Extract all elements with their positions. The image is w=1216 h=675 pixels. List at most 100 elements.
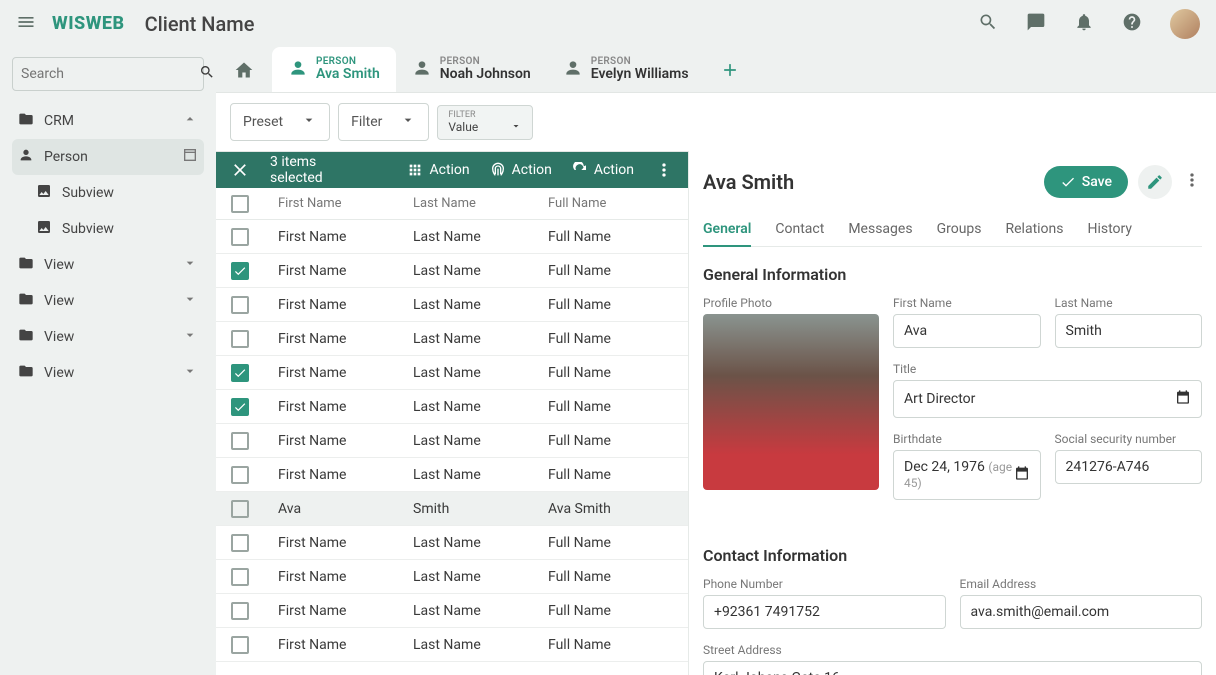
detail-tab-relations[interactable]: Relations	[1006, 213, 1064, 246]
table-row[interactable]: First NameLast NameFull Name	[216, 424, 688, 458]
table-row[interactable]: First NameLast NameFull Name	[216, 594, 688, 628]
cell-first-name: First Name	[264, 569, 399, 585]
table-row[interactable]: First NameLast NameFull Name	[216, 220, 688, 254]
more-actions[interactable]	[654, 160, 674, 180]
search-input[interactable]	[21, 66, 199, 82]
row-checkbox[interactable]	[231, 466, 249, 484]
cell-full-name: Full Name	[534, 637, 684, 653]
detail-tabs: General Contact Messages Groups Relations His…	[703, 213, 1202, 247]
home-tab[interactable]	[216, 47, 272, 92]
row-checkbox[interactable]	[231, 500, 249, 518]
cell-last-name: Last Name	[399, 297, 534, 313]
first-name-field[interactable]: Ava	[893, 314, 1041, 348]
row-checkbox[interactable]	[231, 364, 249, 382]
action-2[interactable]: Action	[490, 162, 552, 178]
table-row[interactable]: First NameLast NameFull Name	[216, 356, 688, 390]
detail-tab-messages[interactable]: Messages	[848, 213, 912, 246]
row-checkbox[interactable]	[231, 296, 249, 314]
row-checkbox[interactable]	[231, 330, 249, 348]
sidebar-item-view[interactable]: View	[12, 283, 204, 319]
row-checkbox[interactable]	[231, 262, 249, 280]
email-label: Email Address	[960, 577, 1203, 591]
filter-value[interactable]: FILTER Value	[437, 105, 533, 140]
header-full-name[interactable]: Full Name	[534, 196, 684, 211]
action-3[interactable]: Action	[572, 162, 634, 178]
table: 3 items selected Action Action Action Fi…	[216, 151, 688, 675]
table-row[interactable]: First NameLast NameFull Name	[216, 526, 688, 560]
sidebar-item-subview[interactable]: Subview	[12, 175, 204, 211]
action-1[interactable]: Action	[407, 162, 469, 178]
row-checkbox[interactable]	[231, 228, 249, 246]
cell-last-name: Last Name	[399, 331, 534, 347]
birthdate-field[interactable]: Dec 24, 1976 (age 45)	[893, 450, 1041, 500]
calendar-icon	[1175, 389, 1191, 409]
tab-noah-johnson[interactable]: PERSONNoah Johnson	[396, 47, 547, 92]
last-name-field[interactable]: Smith	[1055, 314, 1203, 348]
calendar-icon	[1014, 465, 1030, 485]
tab-ava-smith[interactable]: PERSONAva Smith	[272, 47, 396, 92]
row-checkbox[interactable]	[231, 398, 249, 416]
table-row[interactable]: First NameLast NameFull Name	[216, 254, 688, 288]
detail-tab-history[interactable]: History	[1088, 213, 1133, 246]
table-row[interactable]: First NameLast NameFull Name	[216, 628, 688, 662]
sidebar-item-person[interactable]: Person	[12, 139, 204, 175]
sidebar-item-view[interactable]: View	[12, 355, 204, 391]
preset-label: Preset	[243, 114, 283, 130]
header-first-name[interactable]: First Name	[264, 196, 399, 211]
row-checkbox[interactable]	[231, 636, 249, 654]
chevron-down-icon	[182, 363, 198, 383]
row-checkbox[interactable]	[231, 602, 249, 620]
table-row[interactable]: First NameLast NameFull Name	[216, 390, 688, 424]
sidebar-item-subview[interactable]: Subview	[12, 211, 204, 247]
table-row[interactable]: First NameLast NameFull Name	[216, 458, 688, 492]
chat-icon[interactable]	[1026, 12, 1046, 36]
profile-photo[interactable]	[703, 314, 879, 490]
filter-select[interactable]: Filter	[338, 103, 429, 141]
image-icon	[36, 219, 52, 239]
sidebar-item-view[interactable]: View	[12, 319, 204, 355]
clear-selection[interactable]	[230, 160, 250, 180]
edit-button[interactable]	[1138, 165, 1172, 199]
bell-icon[interactable]	[1074, 12, 1094, 36]
cell-full-name: Full Name	[534, 229, 684, 245]
detail-tab-contact[interactable]: Contact	[775, 213, 824, 246]
search-icon[interactable]	[199, 64, 215, 84]
preset-select[interactable]: Preset	[230, 103, 330, 141]
table-row[interactable]: AvaSmithAva Smith	[216, 492, 688, 526]
detail-more[interactable]	[1182, 170, 1202, 194]
title-field[interactable]: Art Director	[893, 380, 1202, 418]
folder-icon	[18, 327, 34, 347]
email-field[interactable]: ava.smith@email.com	[960, 595, 1203, 629]
row-checkbox[interactable]	[231, 568, 249, 586]
detail-tab-general[interactable]: General	[703, 213, 751, 247]
sidebar-search[interactable]	[12, 57, 204, 91]
user-avatar[interactable]	[1170, 9, 1200, 39]
table-header: First Name Last Name Full Name	[216, 188, 688, 220]
table-row[interactable]: First NameLast NameFull Name	[216, 288, 688, 322]
add-tab-button[interactable]	[705, 47, 755, 92]
selection-bar: 3 items selected Action Action Action	[216, 152, 688, 188]
ssn-field[interactable]: 241276-A746	[1055, 450, 1203, 484]
table-row[interactable]: First NameLast NameFull Name	[216, 560, 688, 594]
cell-first-name: First Name	[264, 467, 399, 483]
chevron-down-icon	[301, 112, 317, 132]
folder-icon	[18, 363, 34, 383]
select-all-checkbox[interactable]	[231, 195, 249, 213]
chevron-down-icon	[400, 112, 416, 132]
save-button[interactable]: Save	[1044, 166, 1128, 198]
header-last-name[interactable]: Last Name	[399, 196, 534, 211]
menu-icon[interactable]	[16, 12, 40, 36]
sidebar-item-crm[interactable]: CRM	[12, 103, 204, 139]
street-field[interactable]: Karl Johans Gate 16	[703, 661, 1202, 675]
tab-evelyn-williams[interactable]: PERSONEvelyn Williams	[547, 47, 705, 92]
detail-tab-groups[interactable]: Groups	[937, 213, 982, 246]
cell-full-name: Full Name	[534, 263, 684, 279]
phone-field[interactable]: +92361 7491752	[703, 595, 946, 629]
table-row[interactable]: First NameLast NameFull Name	[216, 322, 688, 356]
help-icon[interactable]	[1122, 12, 1142, 36]
search-icon[interactable]	[978, 12, 998, 36]
row-checkbox[interactable]	[231, 432, 249, 450]
row-checkbox[interactable]	[231, 534, 249, 552]
sidebar-item-view[interactable]: View	[12, 247, 204, 283]
view-icon	[182, 147, 198, 167]
